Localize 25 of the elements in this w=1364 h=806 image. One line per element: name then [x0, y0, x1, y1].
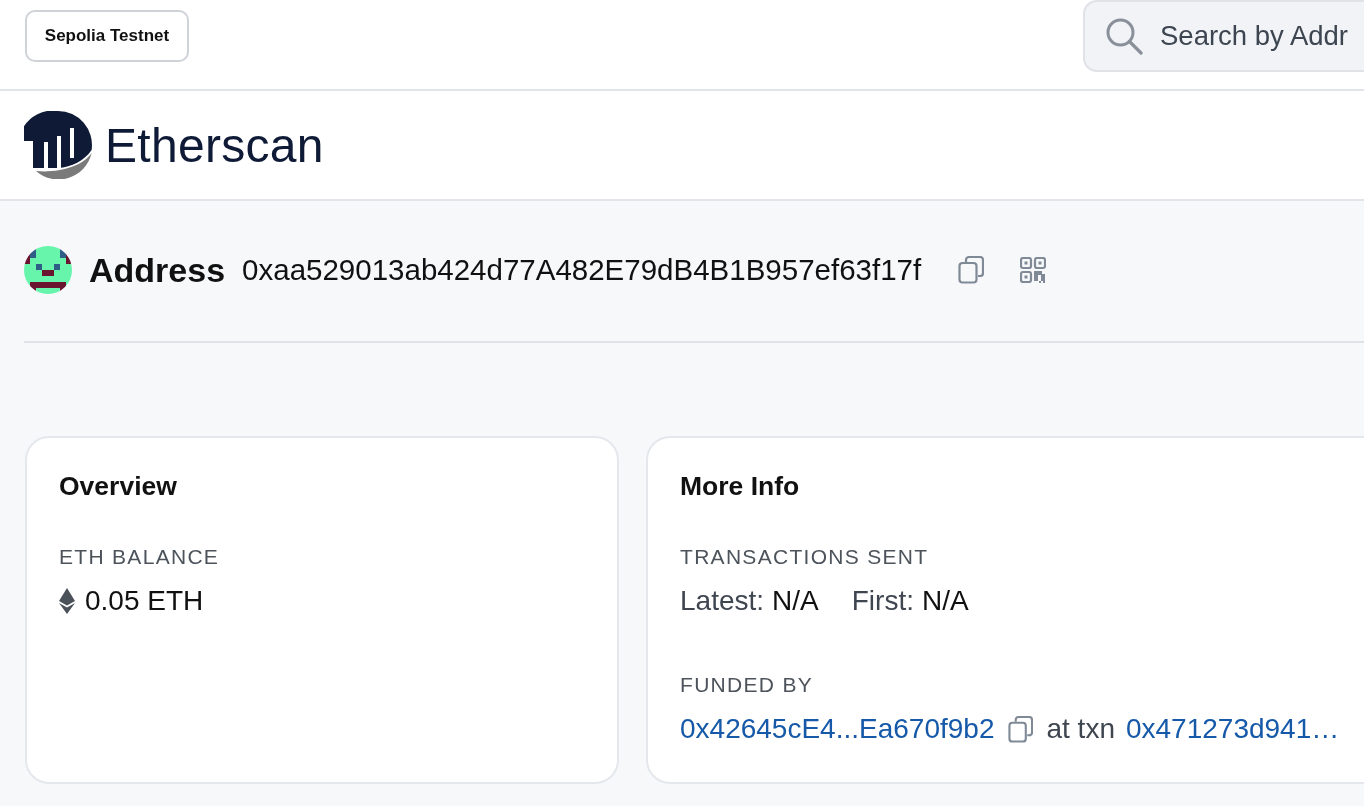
funder-address-link[interactable]: 0x42645cE4...Ea670f9b2	[680, 713, 995, 745]
section-label: TRANSACTIONS SENT	[680, 544, 930, 570]
field-value: N/A	[921, 585, 969, 617]
transaction-hash-link[interactable]: 0x471273d941…	[1125, 713, 1340, 745]
qr-code-icon[interactable]	[1020, 257, 1047, 283]
address-hash: 0xaa529013ab424d77A482E79dB4B1B957ef63f17f	[242, 253, 922, 287]
network-button[interactable]: Sepolia Testnet	[25, 10, 189, 62]
field-value: N/A	[772, 585, 819, 617]
page-title: Address	[89, 250, 226, 290]
connector-text: at txn	[1046, 713, 1115, 745]
copy-icon[interactable]	[1008, 715, 1034, 743]
card-title: Overview	[59, 470, 178, 502]
balance-value: 0.05 ETH	[85, 585, 204, 617]
pixel-avatar-icon	[24, 246, 72, 294]
ethereum-icon	[59, 588, 75, 614]
field-label: Latest:	[680, 585, 765, 617]
field-label: First:	[851, 585, 914, 617]
section-label: ETH BALANCE	[59, 544, 221, 570]
copy-icon[interactable]	[958, 256, 985, 284]
search-field[interactable]: Search by Addr	[1083, 0, 1364, 72]
logo-text[interactable]: Etherscan	[105, 117, 324, 173]
section-label: FUNDED BY	[680, 672, 815, 698]
logo-icon[interactable]	[24, 111, 92, 179]
card-title: More Info	[680, 470, 801, 502]
search-icon	[1105, 17, 1143, 55]
